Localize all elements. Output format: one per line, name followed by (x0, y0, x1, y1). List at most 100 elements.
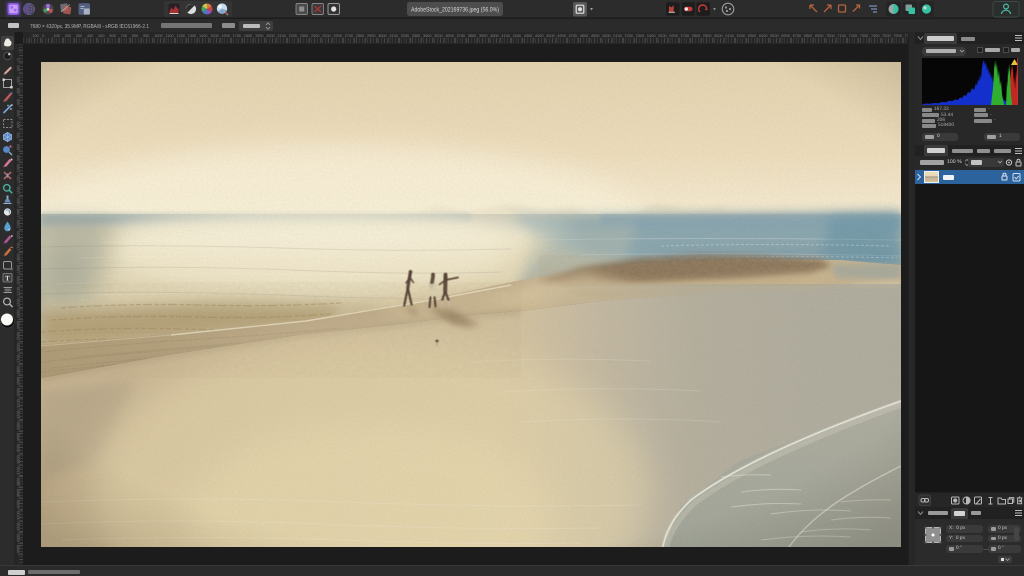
svg-text:5300: 5300 (636, 34, 644, 38)
svg-text:4700: 4700 (569, 34, 577, 38)
svg-text:1500: 1500 (17, 220, 21, 228)
svg-text:5000: 5000 (602, 34, 610, 38)
svg-text:1600: 1600 (17, 231, 21, 239)
svg-text:4600: 4600 (557, 34, 565, 38)
svg-text:4800: 4800 (580, 34, 588, 38)
svg-text:4300: 4300 (524, 34, 532, 38)
svg-text:6600: 6600 (781, 34, 789, 38)
svg-text:1400: 1400 (199, 34, 207, 38)
svg-text:3200: 3200 (17, 410, 21, 418)
svg-text:2700: 2700 (345, 34, 353, 38)
svg-text:600: 600 (109, 34, 115, 38)
svg-text:1500: 1500 (210, 34, 218, 38)
svg-text:3100: 3100 (389, 34, 397, 38)
svg-text:400: 400 (17, 99, 21, 105)
svg-text:1900: 1900 (255, 34, 263, 38)
svg-text:1000: 1000 (154, 34, 162, 38)
svg-text:1400: 1400 (17, 209, 21, 217)
svg-text:4000: 4000 (490, 34, 498, 38)
svg-text:7400: 7400 (871, 34, 879, 38)
svg-text:2900: 2900 (17, 377, 21, 385)
svg-text:900: 900 (17, 155, 21, 161)
svg-text:200: 200 (65, 34, 71, 38)
svg-text:3400: 3400 (17, 433, 21, 441)
svg-text:3400: 3400 (423, 34, 431, 38)
svg-text:6800: 6800 (804, 34, 812, 38)
svg-text:3300: 3300 (17, 422, 21, 430)
svg-text:5700: 5700 (681, 34, 689, 38)
svg-text:600: 600 (17, 121, 21, 127)
svg-text:300: 300 (17, 88, 21, 94)
svg-text:3700: 3700 (17, 466, 21, 474)
svg-text:200: 200 (17, 77, 21, 83)
svg-text:2400: 2400 (311, 34, 319, 38)
svg-text:2300: 2300 (300, 34, 308, 38)
svg-text:4100: 4100 (501, 34, 509, 38)
svg-text:6700: 6700 (793, 34, 801, 38)
svg-text:4400: 4400 (17, 545, 21, 553)
svg-text:1700: 1700 (233, 34, 241, 38)
svg-text:3000: 3000 (378, 34, 386, 38)
svg-text:3500: 3500 (17, 444, 21, 452)
svg-text:800: 800 (132, 34, 138, 38)
svg-text:4300: 4300 (17, 534, 21, 542)
svg-text:2000: 2000 (17, 276, 21, 284)
svg-text:2800: 2800 (356, 34, 364, 38)
svg-text:3500: 3500 (434, 34, 442, 38)
svg-text:2600: 2600 (17, 343, 21, 351)
svg-text:0: 0 (42, 34, 44, 38)
svg-text:300: 300 (76, 34, 82, 38)
svg-text:AdobeStock_202169736.jpeg (56.: AdobeStock_202169736.jpeg (56.0%) (411, 7, 499, 14)
svg-text:2300: 2300 (17, 310, 21, 318)
svg-text:6500: 6500 (770, 34, 778, 38)
svg-text:2600: 2600 (333, 34, 341, 38)
svg-text:2400: 2400 (17, 321, 21, 329)
svg-text:5900: 5900 (703, 34, 711, 38)
svg-text:900: 900 (143, 34, 149, 38)
svg-text:1300: 1300 (17, 198, 21, 206)
svg-text:6900: 6900 (815, 34, 823, 38)
svg-text:4900: 4900 (591, 34, 599, 38)
svg-text:4100: 4100 (17, 511, 21, 519)
svg-text:5400: 5400 (647, 34, 655, 38)
svg-text:4500: 4500 (546, 34, 554, 38)
svg-text:700: 700 (17, 133, 21, 139)
svg-text:3800: 3800 (468, 34, 476, 38)
svg-text:-100: -100 (31, 34, 39, 38)
svg-text:1000: 1000 (17, 164, 21, 172)
svg-text:1200: 1200 (17, 186, 21, 194)
svg-text:3900: 3900 (17, 489, 21, 497)
svg-text:800: 800 (17, 144, 21, 150)
svg-text:5800: 5800 (692, 34, 700, 38)
svg-text:2200: 2200 (289, 34, 297, 38)
svg-text:7200: 7200 (849, 34, 857, 38)
svg-text:500: 500 (98, 34, 104, 38)
svg-text:7500: 7500 (882, 34, 890, 38)
svg-text:2800: 2800 (17, 366, 21, 374)
svg-text:4400: 4400 (535, 34, 543, 38)
svg-text:6400: 6400 (759, 34, 767, 38)
svg-text:3600: 3600 (445, 34, 453, 38)
svg-text:1700: 1700 (17, 242, 21, 250)
svg-text:5600: 5600 (669, 34, 677, 38)
svg-text:1900: 1900 (17, 265, 21, 273)
svg-text:T: T (5, 275, 10, 283)
svg-text:1600: 1600 (221, 34, 229, 38)
svg-text:3800: 3800 (17, 478, 21, 486)
svg-text:1300: 1300 (188, 34, 196, 38)
svg-text:6100: 6100 (725, 34, 733, 38)
svg-text:2200: 2200 (17, 298, 21, 306)
svg-text:3900: 3900 (479, 34, 487, 38)
svg-text:7300: 7300 (860, 34, 868, 38)
svg-text:6000: 6000 (714, 34, 722, 38)
svg-text:5100: 5100 (613, 34, 621, 38)
svg-text:2100: 2100 (277, 34, 285, 38)
svg-text:2000: 2000 (266, 34, 274, 38)
svg-text:700: 700 (121, 34, 127, 38)
svg-text:0: 0 (17, 58, 21, 60)
svg-text:3700: 3700 (457, 34, 465, 38)
svg-text:2500: 2500 (322, 34, 330, 38)
svg-text:1200: 1200 (177, 34, 185, 38)
svg-text:3300: 3300 (412, 34, 420, 38)
svg-text:100: 100 (53, 34, 59, 38)
